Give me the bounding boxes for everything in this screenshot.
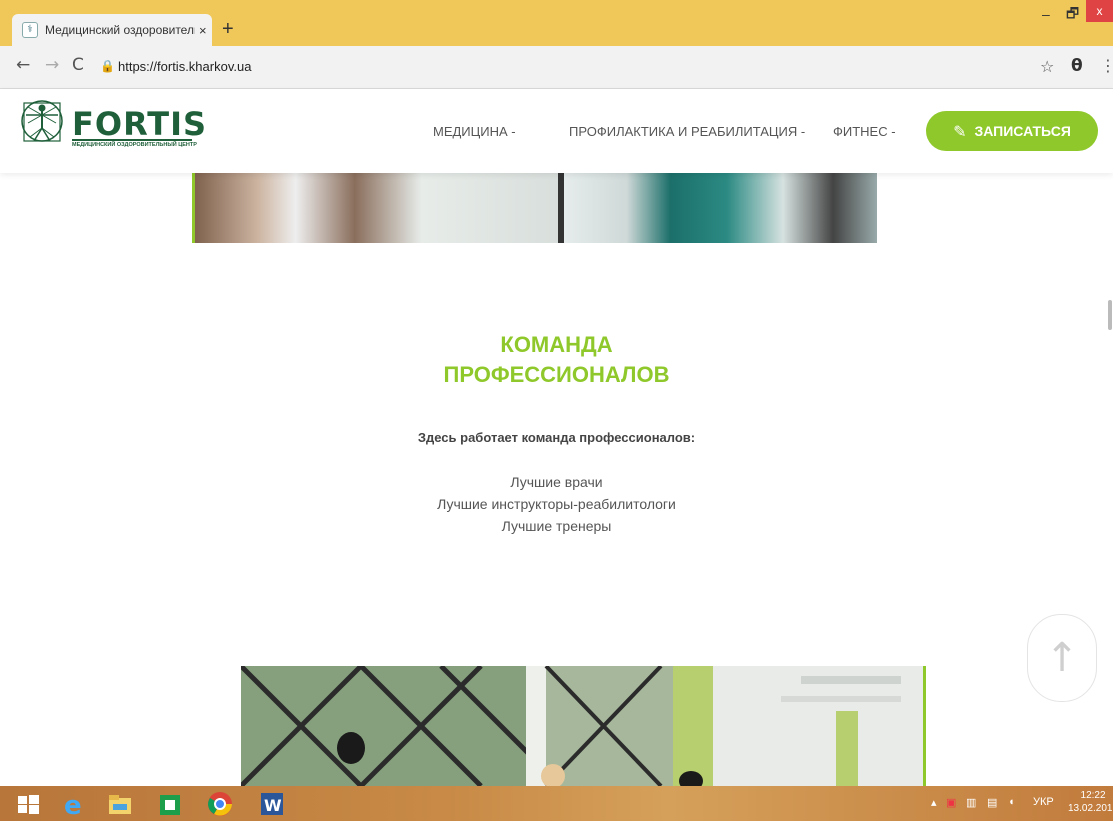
lock-icon: 🔒	[100, 59, 115, 73]
svg-text:W: W	[264, 796, 282, 815]
word-icon[interactable]: W	[258, 790, 286, 818]
bookmark-star-icon[interactable]: ☆	[1040, 57, 1054, 76]
file-explorer-icon[interactable]	[106, 790, 134, 818]
signup-button[interactable]: ✎ ЗАПИСАТЬСЯ	[926, 111, 1098, 151]
back-arrow-icon[interactable]: ←	[16, 55, 30, 75]
internet-explorer-icon[interactable]: e	[60, 790, 88, 818]
window-minimize-button[interactable]: –	[1042, 6, 1050, 22]
scroll-to-top-button[interactable]: ↑	[1027, 614, 1097, 702]
language-indicator[interactable]: УКР	[1033, 796, 1054, 808]
logo-subtitle: МЕДИЦИНСКИЙ ОЗДОРОВИТЕЛЬНЫЙ ЦЕНТР	[72, 142, 197, 148]
tray-battery-icon[interactable]: ▤	[987, 796, 997, 809]
profile-icon[interactable]: θ	[1071, 56, 1083, 76]
tray-network-icon[interactable]: ▥	[966, 796, 976, 809]
windows-taskbar: e W ▴ ▣ ▥ ▤ ◖ УКР 12:22 13.02.2019	[0, 786, 1113, 821]
taskbar-clock[interactable]: 12:22 13.02.2019	[1068, 789, 1113, 815]
browser-menu-icon[interactable]: ⋮	[1100, 56, 1113, 75]
tray-volume-icon[interactable]: ◖	[1008, 796, 1015, 808]
browser-toolbar: ← → C 🔒 https://fortis.kharkov.ua ☆ θ ⋮	[0, 46, 1113, 89]
nav-prevention-rehab[interactable]: ПРОФИЛАКТИКА И РЕАБИЛИТАЦИЯ -	[569, 124, 805, 139]
browser-tab[interactable]: ⚕ Медицинский оздоровительны ×	[12, 14, 212, 46]
store-icon[interactable]	[156, 790, 184, 818]
logo-text[interactable]: FORTIS	[72, 105, 207, 143]
page-scrollbar[interactable]	[1108, 300, 1112, 330]
new-tab-button[interactable]: +	[222, 18, 234, 40]
list-item: Лучшие инструкторы-реабилитологи	[437, 496, 676, 512]
section-title-line1: КОМАНДА	[500, 332, 613, 357]
window-maximize-button[interactable]: 🗗	[1066, 3, 1079, 27]
chrome-icon[interactable]	[206, 790, 234, 818]
tab-close-icon[interactable]: ×	[199, 23, 207, 38]
section-title-line2: ПРОФЕССИОНАЛОВ	[443, 362, 670, 387]
section-title: КОМАНДА ПРОФЕССИОНАЛОВ	[0, 330, 1113, 390]
clock-time: 12:22	[1080, 790, 1106, 801]
vitruvian-man-logo-icon[interactable]	[20, 95, 64, 151]
forward-arrow-icon[interactable]: →	[45, 55, 59, 75]
tab-title: Медицинский оздоровительны	[45, 23, 195, 37]
list-item: Лучшие врачи	[510, 474, 603, 490]
windows-start-icon[interactable]	[14, 790, 42, 818]
reload-icon[interactable]: C	[72, 55, 84, 75]
professionals-list: Лучшие врачи Лучшие инструкторы-реабилит…	[0, 471, 1113, 537]
url-text[interactable]: https://fortis.kharkov.ua	[118, 59, 251, 74]
gym-photo	[241, 666, 926, 786]
clock-date: 13.02.2019	[1068, 803, 1113, 814]
hero-accent-border	[192, 173, 195, 243]
tray-app-icon[interactable]: ▣	[946, 796, 956, 809]
pen-icon: ✎	[953, 121, 967, 141]
list-item: Лучшие тренеры	[501, 518, 612, 534]
hero-image	[192, 173, 877, 243]
window-close-button[interactable]: x	[1086, 0, 1113, 22]
site-header: FORTIS МЕДИЦИНСКИЙ ОЗДОРОВИТЕЛЬНЫЙ ЦЕНТР…	[0, 89, 1113, 173]
logo-underline	[72, 139, 192, 141]
address-bar[interactable]: 🔒 https://fortis.kharkov.ua	[96, 53, 1016, 81]
browser-titlebar: ⚕ Медицинский оздоровительны × + – 🗗 x	[0, 0, 1113, 46]
tray-expand-icon[interactable]: ▴	[931, 796, 937, 809]
nav-fitness[interactable]: ФИТНЕС -	[833, 124, 896, 139]
section-subtitle: Здесь работает команда профессионалов:	[417, 430, 696, 445]
svg-text:e: e	[64, 791, 82, 818]
site-favicon-icon: ⚕	[22, 22, 38, 38]
nav-medicine[interactable]: МЕДИЦИНА -	[433, 124, 516, 139]
signup-label: ЗАПИСАТЬСЯ	[974, 123, 1071, 139]
